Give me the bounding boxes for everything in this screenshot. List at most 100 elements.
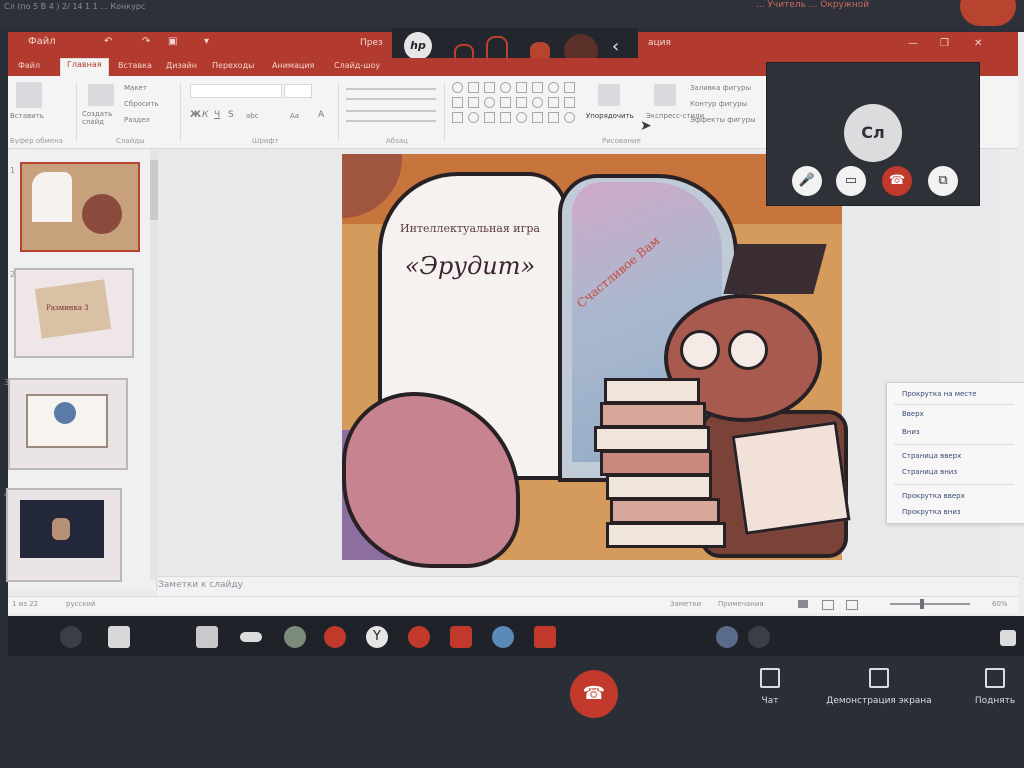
restore-icon[interactable]: ❐ <box>940 38 949 49</box>
shape-gallery-item[interactable] <box>548 112 559 123</box>
new-slide-button[interactable]: Создать слайд <box>82 110 122 126</box>
slide-thumbnail-4[interactable] <box>6 488 122 582</box>
menu-item-scroll-down[interactable]: Прокрутка вниз <box>902 508 961 516</box>
quick-file[interactable]: Файл <box>28 36 56 47</box>
customize-icon[interactable]: ▾ <box>204 36 209 47</box>
shape-gallery-item[interactable] <box>548 82 559 93</box>
new-slide-icon[interactable] <box>88 84 114 106</box>
app-icon[interactable] <box>284 626 306 648</box>
reading-view-icon[interactable] <box>846 600 858 610</box>
close-icon[interactable]: ✕ <box>974 38 982 49</box>
list-buttons[interactable] <box>346 88 436 100</box>
arrange-button[interactable]: Упорядочить <box>586 112 634 120</box>
shape-gallery-item[interactable] <box>484 82 495 93</box>
powerpoint-icon[interactable] <box>534 626 556 648</box>
tab-transitions[interactable]: Переходы <box>212 61 254 70</box>
shape-gallery-item[interactable] <box>452 82 463 93</box>
tab-design[interactable]: Дизайн <box>166 61 197 70</box>
shape-effects-button[interactable]: Эффекты фигуры <box>690 116 756 124</box>
raise-hand-button[interactable]: Поднять <box>966 668 1024 706</box>
slide-thumbnail-3[interactable] <box>8 378 128 470</box>
font-size-select[interactable] <box>284 84 312 98</box>
shape-gallery-item[interactable] <box>564 97 575 108</box>
abc-button[interactable]: abc <box>246 112 259 120</box>
bold-button[interactable]: Ж <box>190 110 201 120</box>
screen-share-button[interactable]: Демонстрация экрана <box>818 668 940 706</box>
menu-item-scroll-up[interactable]: Прокрутка вверх <box>902 492 965 500</box>
paste-icon[interactable] <box>16 82 42 108</box>
camera-back-icon[interactable]: ‹ <box>612 36 619 57</box>
notes-bar[interactable] <box>158 576 1018 597</box>
arrange-icon[interactable] <box>598 84 620 106</box>
notifications-icon[interactable] <box>1000 630 1016 646</box>
notes-toggle[interactable]: Заметки <box>670 600 701 608</box>
shape-gallery-item[interactable] <box>516 82 527 93</box>
help-icon[interactable] <box>716 626 738 648</box>
undo-icon[interactable]: ↶ <box>104 36 112 47</box>
underline-button[interactable]: Ч <box>214 110 220 120</box>
zoom-slider-knob[interactable] <box>920 599 924 609</box>
top-share-button[interactable] <box>960 0 1016 26</box>
shape-gallery-item[interactable] <box>500 82 511 93</box>
slide-title[interactable]: «Эрудит» <box>392 252 548 280</box>
opera-icon[interactable] <box>408 626 430 648</box>
align-buttons[interactable] <box>346 110 436 122</box>
shape-gallery-item[interactable] <box>484 97 495 108</box>
skype-icon[interactable] <box>492 626 514 648</box>
menu-item-up[interactable]: Вверх <box>902 410 924 418</box>
quick-styles-icon[interactable] <box>654 84 676 106</box>
shape-gallery-item[interactable] <box>532 97 543 108</box>
tab-animation[interactable]: Анимация <box>272 61 314 70</box>
slide-thumbnail-2[interactable]: Разминка 3 <box>14 268 134 358</box>
camera-icon[interactable]: ▭ <box>836 166 866 196</box>
slides-scrollbar-thumb[interactable] <box>150 160 158 220</box>
menu-item-down[interactable]: Вниз <box>902 428 920 436</box>
present-icon[interactable]: ▣ <box>168 36 177 47</box>
minimize-icon[interactable]: — <box>908 38 918 49</box>
shape-gallery-item[interactable] <box>452 97 463 108</box>
font-color-button[interactable]: A <box>318 110 324 120</box>
shape-gallery-item[interactable] <box>516 112 527 123</box>
sorter-view-icon[interactable] <box>822 600 834 610</box>
normal-view-icon[interactable] <box>798 600 808 608</box>
change-case-button[interactable]: Aa <box>290 112 299 120</box>
redo-icon[interactable]: ↷ <box>142 36 150 47</box>
yandex-icon[interactable] <box>450 626 472 648</box>
store-icon[interactable] <box>108 626 130 648</box>
zoom-level[interactable]: 60% <box>992 600 1008 608</box>
reset-button[interactable]: Сбросить <box>124 100 159 108</box>
comments-toggle[interactable]: Примечания <box>718 600 764 608</box>
shape-gallery-item[interactable] <box>516 97 527 108</box>
shape-gallery-item[interactable] <box>468 82 479 93</box>
italic-button[interactable]: К <box>202 110 208 120</box>
file-explorer-icon[interactable] <box>196 626 218 648</box>
zoom-slider[interactable] <box>890 603 970 605</box>
search-taskbar-icon[interactable] <box>60 626 82 648</box>
layout-button[interactable]: Макет <box>124 84 147 92</box>
slide-thumbnail-1[interactable] <box>20 162 140 252</box>
shape-gallery-item[interactable] <box>484 112 495 123</box>
section-button[interactable]: Раздел <box>124 116 150 124</box>
mail-icon[interactable] <box>240 632 262 642</box>
yandex-browser-icon[interactable]: Y <box>366 626 388 648</box>
chrome-icon[interactable] <box>324 626 346 648</box>
shape-gallery-item[interactable] <box>564 112 575 123</box>
pen-icon[interactable] <box>748 626 770 648</box>
tab-insert[interactable]: Вставка <box>118 61 152 70</box>
shape-gallery-item[interactable] <box>500 112 511 123</box>
tab-home[interactable]: Главная <box>60 58 109 77</box>
menu-item-page-down[interactable]: Страница вниз <box>902 468 957 476</box>
tab-file[interactable]: Файл <box>18 61 40 70</box>
shape-gallery-item[interactable] <box>548 97 559 108</box>
tab-slideshow[interactable]: Слайд-шоу <box>334 61 380 70</box>
shape-gallery-item[interactable] <box>532 112 543 123</box>
chat-button[interactable]: Чат <box>748 668 792 706</box>
shape-gallery-item[interactable] <box>532 82 543 93</box>
shape-gallery-item[interactable] <box>468 112 479 123</box>
notes-placeholder[interactable]: Заметки к слайду <box>158 580 243 590</box>
shape-gallery-item[interactable] <box>564 82 575 93</box>
shape-gallery-item[interactable] <box>452 112 463 123</box>
hangup-icon[interactable]: ☎ <box>882 166 912 196</box>
font-name-select[interactable] <box>190 84 282 98</box>
screen-share-icon[interactable]: ⧉ <box>928 166 958 196</box>
